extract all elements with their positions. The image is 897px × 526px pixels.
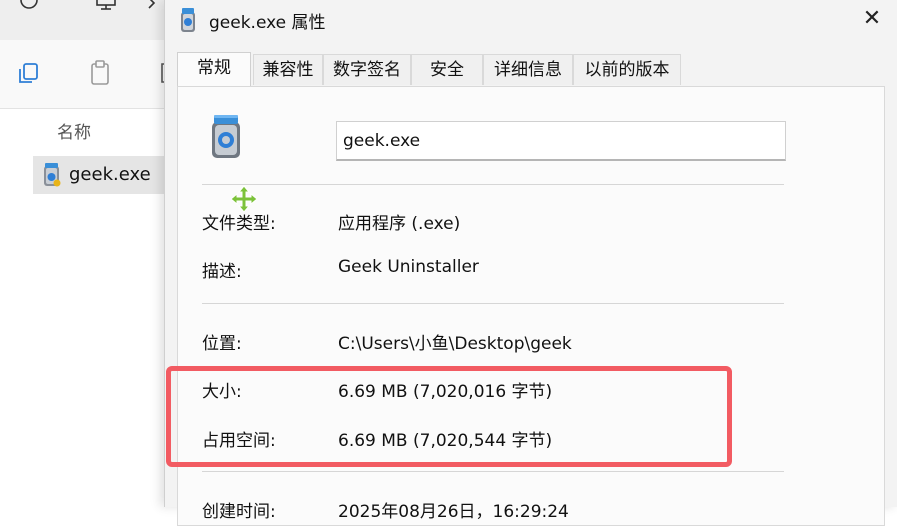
this-pc-icon[interactable] — [94, 0, 120, 12]
created-value: 2025年08月26日，16:29:24 — [338, 502, 569, 522]
close-icon: ✕ — [862, 6, 882, 31]
description-value: Geek Uninstaller — [338, 257, 479, 277]
tab-previous-versions[interactable]: 以前的版本 — [573, 54, 681, 85]
explorer-titlebar — [0, 0, 175, 40]
tab-label: 数字签名 — [333, 60, 401, 80]
file-list-item[interactable]: geek.exe — [33, 156, 173, 194]
tab-label: 常规 — [197, 58, 231, 78]
tab-general[interactable]: 常规 — [177, 52, 251, 86]
geek-app-icon — [44, 163, 61, 187]
paste-icon[interactable] — [88, 60, 112, 88]
tab-label: 详细信息 — [494, 60, 562, 80]
file-type-label: 文件类型: — [202, 214, 276, 234]
divider — [202, 303, 784, 304]
explorer-toolbar — [0, 40, 175, 109]
geek-app-icon — [181, 8, 195, 32]
file-explorer-window: 名称 geek.exe — [0, 0, 175, 507]
location-label: 位置: — [202, 334, 242, 354]
tab-digital-signatures[interactable]: 数字签名 — [323, 54, 411, 85]
dialog-title: geek.exe 属性 — [209, 13, 326, 33]
file-type-value: 应用程序 (.exe) — [338, 214, 461, 234]
chevron-right-icon[interactable] — [146, 0, 158, 12]
file-name-input[interactable] — [336, 121, 786, 161]
tab-security[interactable]: 安全 — [411, 54, 483, 85]
tab-label: 安全 — [430, 60, 464, 80]
description-label: 描述: — [202, 262, 242, 282]
tab-details[interactable]: 详细信息 — [483, 54, 573, 85]
geek-app-icon — [212, 115, 240, 158]
annotation-highlight-box — [166, 366, 732, 467]
tab-compatibility[interactable]: 兼容性 — [253, 54, 323, 85]
close-button[interactable]: ✕ — [857, 6, 887, 32]
location-value: C:\Users\小鱼\Desktop\geek — [338, 334, 572, 354]
dialog-titlebar[interactable]: geek.exe 属性 ✕ — [165, 0, 897, 44]
divider — [202, 184, 784, 185]
tab-label: 以前的版本 — [584, 60, 670, 80]
divider — [202, 471, 784, 472]
created-label: 创建时间: — [202, 502, 276, 522]
tab-label: 兼容性 — [262, 60, 314, 80]
copy-icon[interactable] — [16, 62, 40, 86]
column-header-name[interactable]: 名称 — [57, 118, 91, 143]
refresh-icon[interactable] — [18, 0, 40, 14]
file-name-label: geek.exe — [69, 164, 151, 185]
